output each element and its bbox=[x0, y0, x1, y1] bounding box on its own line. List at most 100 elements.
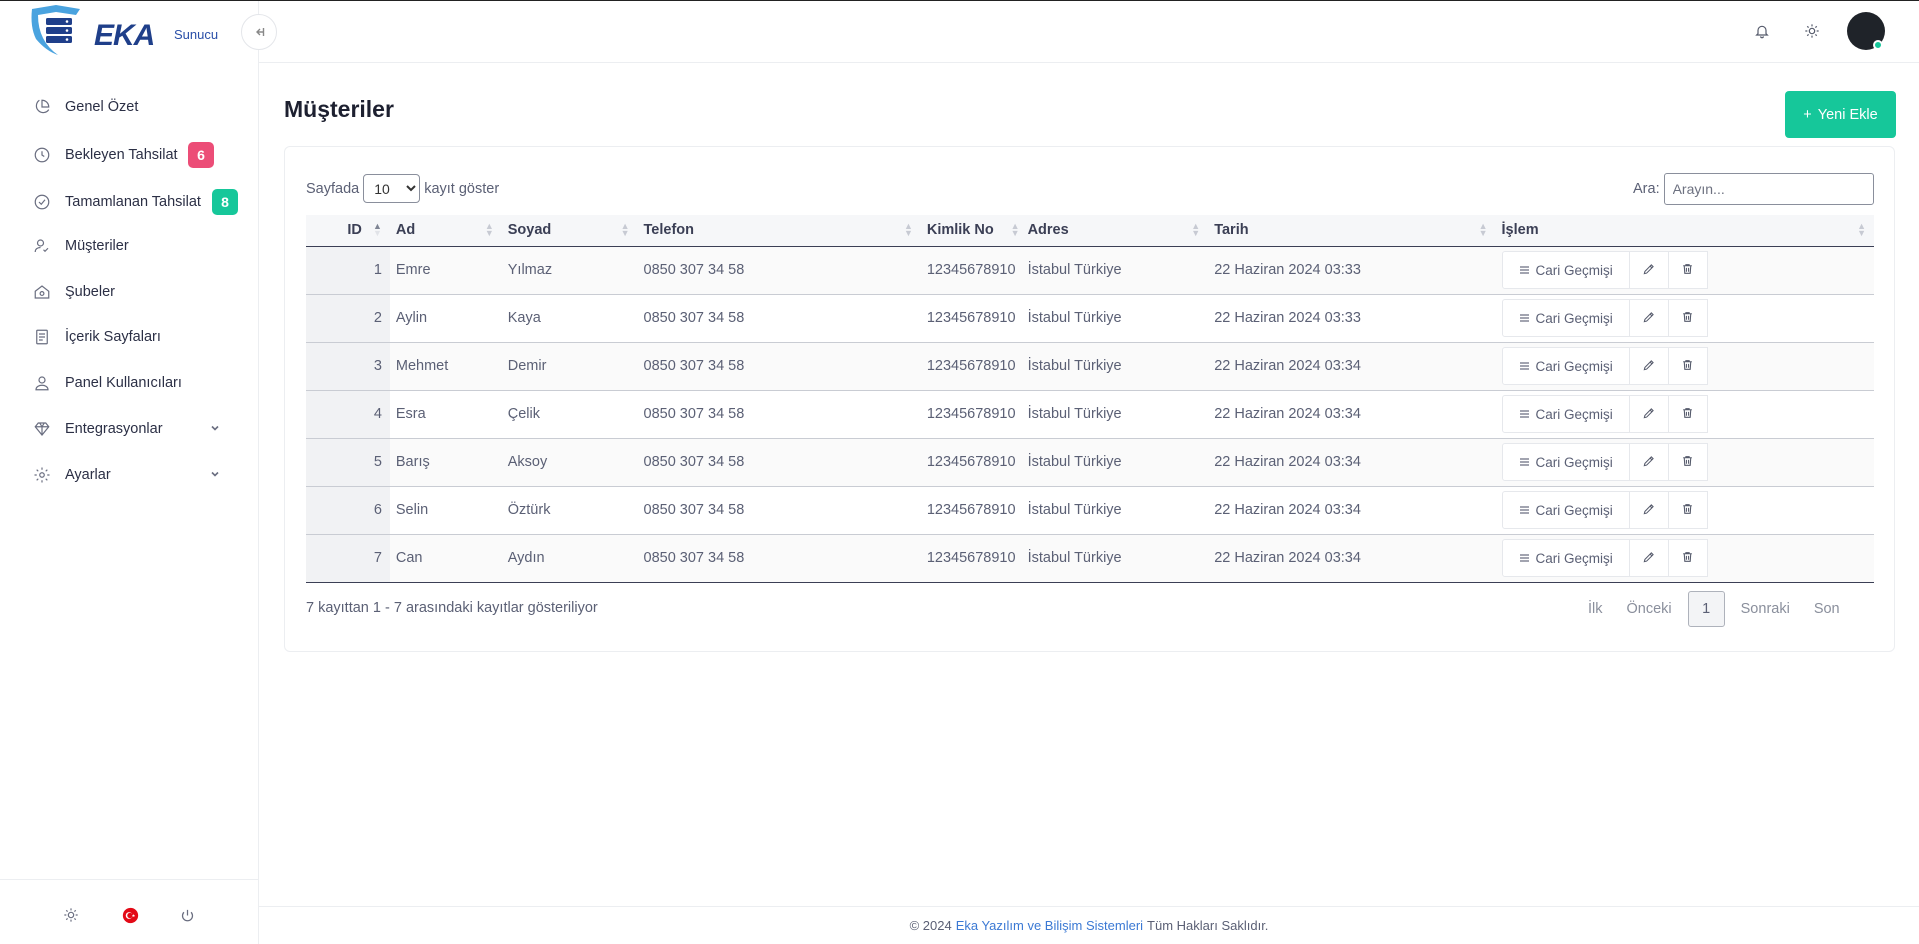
cell-tarih: 22 Haziran 2024 03:33 bbox=[1214, 310, 1361, 326]
column-header-id[interactable]: ID ▲ ▼ bbox=[306, 215, 390, 247]
cari-gecmisi-button[interactable]: Cari Geçmişi bbox=[1501, 251, 1630, 289]
edit-button[interactable] bbox=[1629, 251, 1669, 289]
cell-kimlik-no: 12345678910 bbox=[926, 550, 1016, 566]
clock-icon bbox=[32, 145, 52, 165]
pagination-last[interactable]: Son bbox=[1802, 601, 1852, 617]
sidebar-item-label: Müşteriler bbox=[65, 238, 129, 254]
power-icon[interactable] bbox=[178, 906, 196, 924]
cell-islem: Cari Geçmişi bbox=[1496, 486, 1874, 534]
column-header-islem[interactable]: İşlem ▲ ▼ bbox=[1495, 215, 1874, 247]
sidebar-item-subeler[interactable]: Şubeler bbox=[0, 272, 259, 312]
user-check-icon bbox=[32, 236, 52, 256]
column-header-soyad[interactable]: Soyad ▲ ▼ bbox=[501, 215, 638, 247]
sidebar-item-bekleyen-tahsilat[interactable]: Bekleyen Tahsilat 6 bbox=[0, 135, 259, 175]
delete-button[interactable] bbox=[1668, 491, 1708, 529]
sun-icon[interactable] bbox=[62, 906, 80, 924]
column-header-tarih[interactable]: Tarih ▲ ▼ bbox=[1208, 215, 1496, 247]
chevron-down-icon bbox=[210, 423, 220, 436]
list-icon bbox=[1519, 359, 1530, 374]
sidebar-item-label: Ayarlar bbox=[65, 467, 111, 483]
column-header-adres[interactable]: Adres ▲ ▼ bbox=[1021, 215, 1209, 247]
page-footer: © 2024 Eka Yazılım ve Bilişim Sistemleri… bbox=[259, 906, 1919, 944]
table-header-row: ID ▲ ▼ Ad ▲ ▼ Soyad ▲ ▼ Telefon ▲ ▼ Kimlik No ▲ ▼… bbox=[306, 215, 1874, 247]
cari-gecmisi-button[interactable]: Cari Geçmişi bbox=[1501, 539, 1630, 577]
trash-icon bbox=[1681, 454, 1694, 471]
cell-id: 7 bbox=[306, 534, 390, 582]
cell-id: 4 bbox=[306, 390, 390, 438]
copyright-text: © 2024 bbox=[909, 918, 952, 933]
column-header-kimlik-no[interactable]: Kimlik No ▲ ▼ bbox=[920, 215, 1022, 247]
cell-kimlik-no: 12345678910 bbox=[926, 310, 1016, 326]
table-row: 5 Barış Aksoy 0850 307 34 58 12345678910 İsta… bbox=[306, 438, 1874, 486]
sidebar-item-icerik-sayfalari[interactable]: İçerik Sayfaları bbox=[0, 317, 259, 357]
cell-id: 3 bbox=[306, 342, 390, 390]
cari-gecmisi-button[interactable]: Cari Geçmişi bbox=[1501, 347, 1630, 385]
edit-button[interactable] bbox=[1629, 491, 1669, 529]
cell-tarih: 22 Haziran 2024 03:34 bbox=[1214, 358, 1361, 374]
search-label: Ara: bbox=[1633, 181, 1660, 197]
row-actions: Cari Geçmişi bbox=[1501, 491, 1868, 529]
sidebar-item-panel-kullanicilari[interactable]: Panel Kullanıcıları bbox=[0, 363, 259, 403]
cari-gecmisi-label: Cari Geçmişi bbox=[1535, 406, 1613, 422]
edit-button[interactable] bbox=[1629, 443, 1669, 481]
column-header-telefon[interactable]: Telefon ▲ ▼ bbox=[637, 215, 921, 247]
cari-gecmisi-button[interactable]: Cari Geçmişi bbox=[1501, 299, 1630, 337]
bell-icon[interactable] bbox=[1750, 19, 1774, 43]
cell-soyad: Çelik bbox=[507, 406, 540, 422]
pagination-first[interactable]: İlk bbox=[1576, 601, 1615, 617]
cell-kimlik-no: 12345678910 bbox=[926, 502, 1016, 518]
delete-button[interactable] bbox=[1668, 347, 1708, 385]
column-header-ad[interactable]: Ad ▲ ▼ bbox=[389, 215, 502, 247]
cell-id: 2 bbox=[306, 294, 390, 342]
cari-gecmisi-button[interactable]: Cari Geçmişi bbox=[1501, 491, 1630, 529]
sort-asc-icon: ▲ ▼ bbox=[372, 221, 382, 238]
trash-icon bbox=[1681, 358, 1694, 375]
delete-button[interactable] bbox=[1668, 443, 1708, 481]
brand-logo[interactable]: EKA Sunucu bbox=[26, 5, 226, 61]
cell-telefon: 0850 307 34 58 bbox=[643, 454, 745, 470]
sidebar-item-label: Bekleyen Tahsilat bbox=[65, 147, 178, 163]
pagination-current-page[interactable]: 1 bbox=[1687, 591, 1725, 627]
search-input[interactable] bbox=[1663, 173, 1874, 205]
pencil-icon bbox=[1642, 406, 1656, 423]
table-row: 2 Aylin Kaya 0850 307 34 58 12345678910 İstab… bbox=[306, 294, 1874, 342]
online-status-dot bbox=[1873, 40, 1883, 50]
sidebar-item-entegrasyonlar[interactable]: Entegrasyonlar bbox=[0, 409, 259, 449]
row-actions: Cari Geçmişi bbox=[1501, 299, 1868, 337]
delete-button[interactable] bbox=[1668, 251, 1708, 289]
pagination-next[interactable]: Sonraki bbox=[1729, 601, 1802, 617]
add-new-button[interactable]: + Yeni Ekle bbox=[1785, 91, 1896, 138]
cell-telefon: 0850 307 34 58 bbox=[643, 262, 745, 278]
cell-adres: İstabul Türkiye bbox=[1027, 454, 1122, 470]
sidebar-collapse-button[interactable] bbox=[241, 14, 277, 50]
company-link[interactable]: Eka Yazılım ve Bilişim Sistemleri bbox=[956, 918, 1143, 933]
cell-telefon: 0850 307 34 58 bbox=[643, 310, 745, 326]
delete-button[interactable] bbox=[1668, 299, 1708, 337]
edit-button[interactable] bbox=[1629, 395, 1669, 433]
edit-button[interactable] bbox=[1629, 299, 1669, 337]
edit-button[interactable] bbox=[1629, 539, 1669, 577]
pagination: İlk Önceki 1 Sonraki Son bbox=[1576, 591, 1852, 627]
sidebar-item-tamamlanan-tahsilat[interactable]: Tamamlanan Tahsilat 8 bbox=[0, 182, 259, 222]
sidebar-item-ayarlar[interactable]: Ayarlar bbox=[0, 455, 259, 495]
cell-ad: Barış bbox=[395, 454, 430, 470]
edit-button[interactable] bbox=[1629, 347, 1669, 385]
pie-chart-icon bbox=[32, 97, 52, 117]
sidebar-item-musteriler[interactable]: Müşteriler bbox=[0, 226, 259, 266]
turkey-flag-icon[interactable] bbox=[121, 906, 139, 924]
length-suffix: kayıt göster bbox=[424, 180, 500, 197]
cari-gecmisi-button[interactable]: Cari Geçmişi bbox=[1501, 443, 1630, 481]
delete-button[interactable] bbox=[1668, 539, 1708, 577]
cari-gecmisi-label: Cari Geçmişi bbox=[1535, 454, 1613, 470]
pagination-previous[interactable]: Önceki bbox=[1615, 601, 1684, 617]
cari-gecmisi-button[interactable]: Cari Geçmişi bbox=[1501, 395, 1630, 433]
table-row: 6 Selin Öztürk 0850 307 34 58 12345678910 İst… bbox=[306, 486, 1874, 534]
delete-button[interactable] bbox=[1668, 395, 1708, 433]
page-length-select[interactable]: 10 bbox=[363, 174, 421, 203]
cell-adres: İstabul Türkiye bbox=[1027, 550, 1122, 566]
sidebar-item-genel-ozet[interactable]: Genel Özet bbox=[0, 87, 259, 127]
cell-id: 5 bbox=[306, 438, 390, 486]
sun-icon[interactable] bbox=[1800, 19, 1824, 43]
trash-icon bbox=[1681, 406, 1694, 423]
table-row: 7 Can Aydın 0850 307 34 58 12345678910 İstabu… bbox=[306, 534, 1874, 582]
